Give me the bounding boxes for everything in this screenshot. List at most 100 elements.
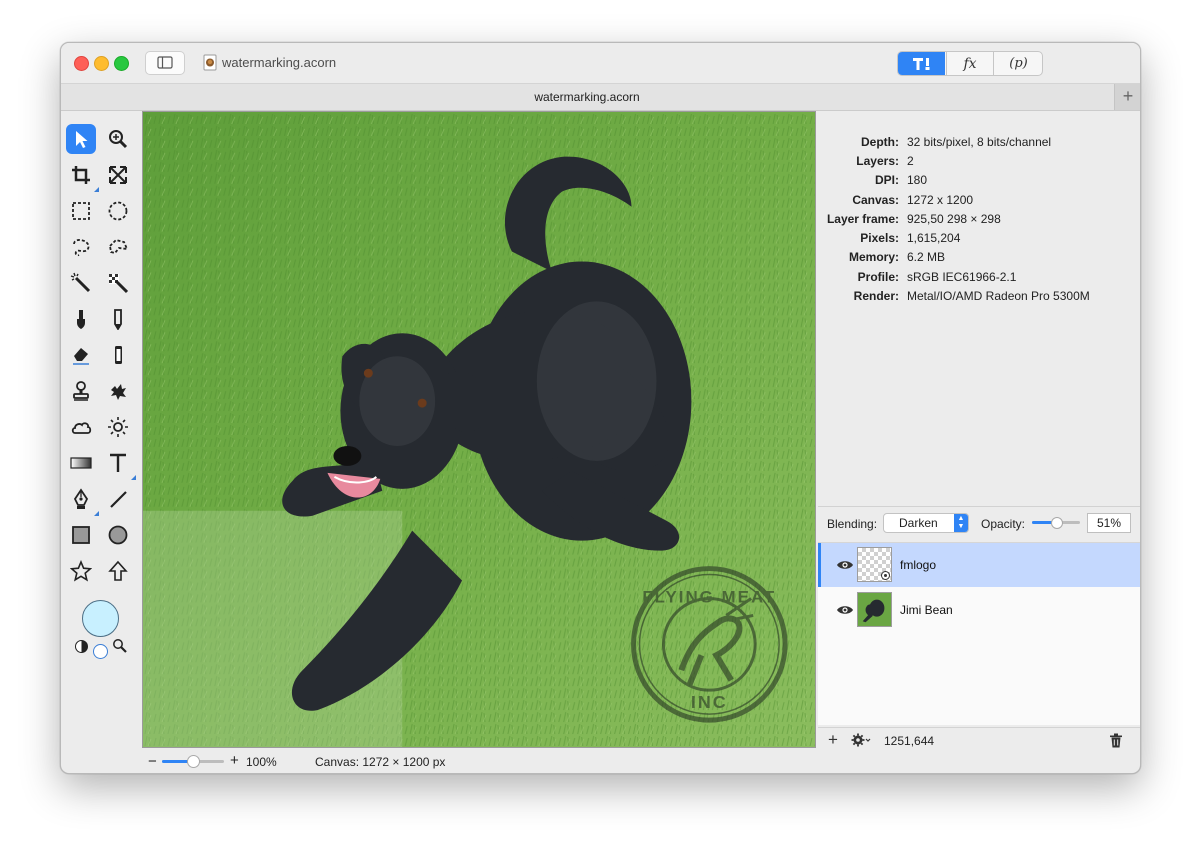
swap-colors-icon[interactable] — [74, 639, 89, 654]
eraser-icon — [73, 348, 89, 365]
eye-icon[interactable] — [836, 558, 854, 572]
zoom-slider[interactable] — [162, 755, 224, 768]
zoom-tool[interactable] — [103, 124, 133, 154]
cloud-icon — [71, 422, 92, 434]
foreground-color-swatch[interactable] — [82, 600, 119, 637]
arrow-tool[interactable] — [103, 556, 133, 586]
arrow-pointer-icon — [76, 131, 88, 148]
background-color-swatch[interactable] — [93, 644, 108, 659]
info-row-render: Render: Metal/IO/AMD Radeon Pro 5300M — [853, 289, 1090, 303]
tools-icon — [912, 57, 929, 70]
opacity-label: Opacity: — [981, 517, 1026, 531]
layers-panel: Blending: Darken ▲▼ Opacity: 51% fmlogo — [818, 506, 1140, 773]
new-tab-button[interactable]: + — [1114, 84, 1140, 110]
brush-tool[interactable] — [66, 304, 96, 334]
star-icon — [70, 560, 92, 582]
clone-tool[interactable] — [66, 376, 96, 406]
minimize-window-button[interactable] — [94, 56, 109, 71]
blending-mode-select[interactable]: Darken ▲ ▼ — [883, 513, 969, 533]
eyedropper-zoom-icon[interactable] — [112, 638, 127, 653]
line-tool[interactable] — [103, 484, 133, 514]
opacity-slider[interactable] — [1032, 517, 1080, 529]
polygon-lasso-tool[interactable] — [103, 232, 133, 262]
blending-mode-value: Darken — [899, 516, 938, 530]
layer-thumbnail — [857, 547, 892, 582]
close-window-button[interactable] — [74, 56, 89, 71]
zoom-in-button[interactable]: + — [230, 752, 239, 769]
text-t-icon — [110, 453, 126, 472]
rect-select-tool[interactable] — [66, 196, 96, 226]
rectangle-tool[interactable] — [66, 520, 96, 550]
dog-photo: FLYING MEAT INC — [143, 112, 815, 747]
polygon-lasso-icon — [109, 239, 129, 255]
title-bar: watermarking.acorn fx (p) — [61, 43, 1140, 84]
dog-thumbnail-icon — [862, 599, 885, 623]
trash-icon[interactable] — [1109, 733, 1123, 748]
magnifier-icon — [109, 130, 128, 149]
zoom-window-button[interactable] — [114, 56, 129, 71]
star-tool[interactable] — [66, 556, 96, 586]
layer-row-fmlogo[interactable]: fmlogo — [818, 543, 1140, 587]
info-row-pixels: Pixels: 1,615,204 — [860, 231, 961, 245]
crop-icon — [72, 166, 90, 184]
document-tab[interactable]: watermarking.acorn — [61, 90, 1113, 104]
watermark-top-text: FLYING MEAT — [642, 587, 776, 606]
canvas-size-label: Canvas: 1272 × 1200 px — [315, 755, 446, 769]
move-tool[interactable] — [66, 124, 96, 154]
bucket-icon — [115, 346, 122, 364]
layer-row-jimi-bean[interactable]: Jimi Bean — [818, 588, 1140, 632]
eye-icon[interactable] — [836, 603, 854, 617]
toolbox — [61, 111, 141, 751]
filters-segment[interactable]: fx — [946, 52, 993, 75]
up-arrow-icon — [108, 560, 128, 581]
pen-tool[interactable] — [66, 484, 99, 516]
sidebar-toggle-button[interactable] — [145, 51, 185, 75]
app-window: watermarking.acorn fx (p) watermarking.a… — [60, 42, 1141, 774]
fill-tool[interactable] — [103, 340, 133, 370]
brush-icon — [77, 310, 85, 329]
tools-segment[interactable] — [898, 52, 945, 75]
lasso-tool[interactable] — [66, 232, 96, 262]
gear-icon[interactable] — [851, 733, 871, 747]
oval-tool[interactable] — [103, 520, 133, 550]
pencil-tool[interactable] — [103, 304, 133, 334]
zoom-level: 100% — [246, 755, 277, 769]
info-row-profile: Profile: sRGB IEC61966-2.1 — [857, 270, 1017, 284]
properties-segment[interactable]: (p) — [993, 52, 1042, 75]
watermark-bottom-text: INC — [691, 692, 728, 712]
document-icon — [203, 54, 217, 71]
layer-list: fmlogo Jimi Bean — [818, 542, 1140, 725]
gradient-tool[interactable] — [66, 448, 96, 478]
ellipse-select-tool[interactable] — [103, 196, 133, 226]
sun-icon — [108, 417, 128, 437]
pen-nib-icon — [73, 488, 89, 509]
cursor-coordinates: 1251,644 — [884, 734, 935, 748]
smudge-tool[interactable] — [103, 376, 133, 406]
pencil-icon — [114, 309, 122, 330]
ellipse-marquee-icon — [108, 201, 128, 221]
transform-tool[interactable] — [103, 160, 133, 190]
eraser-tool[interactable] — [66, 340, 96, 370]
opacity-field[interactable]: 51% — [1087, 513, 1131, 533]
color-wand-icon — [109, 274, 129, 294]
layer-name: Jimi Bean — [900, 603, 953, 617]
inspector-segmented-control[interactable]: fx (p) — [897, 51, 1043, 76]
info-row-layers: Layers: 2 — [856, 154, 914, 168]
image-canvas[interactable]: FLYING MEAT INC — [142, 111, 816, 748]
shape-layer-badge-icon — [881, 571, 890, 580]
window-title: watermarking.acorn — [222, 55, 337, 70]
dodge-tool[interactable] — [103, 412, 133, 442]
line-icon — [110, 491, 127, 508]
color-select-tool[interactable] — [103, 268, 133, 298]
magic-wand-tool[interactable] — [66, 268, 96, 298]
info-row-layer-frame: Layer frame: 925,50 298 × 298 — [826, 212, 1001, 226]
crop-tool[interactable] — [66, 160, 99, 192]
expand-arrows-icon — [109, 166, 127, 184]
add-layer-button[interactable]: + — [828, 730, 838, 750]
magic-wand-icon — [70, 272, 91, 293]
info-row-canvas: Canvas: 1272 x 1200 — [852, 193, 974, 207]
rect-marquee-icon — [72, 202, 90, 220]
burn-tool[interactable] — [66, 412, 96, 442]
zoom-out-button[interactable]: − — [148, 753, 157, 770]
text-tool[interactable] — [103, 448, 136, 480]
